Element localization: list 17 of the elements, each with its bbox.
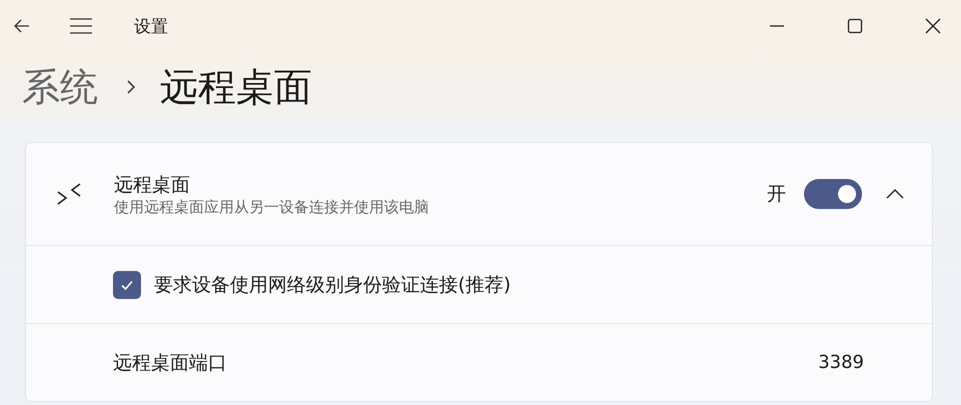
maximize-icon[interactable] [847,18,863,34]
menu-icon[interactable] [70,18,92,34]
breadcrumb-item: 远程桌面 [160,64,312,110]
setting-description: 使用远程桌面应用从另一设备连接并使用该电脑 [114,198,430,216]
setting-title: 远程桌面 [114,172,191,198]
checkbox[interactable] [113,270,141,298]
close-icon[interactable] [925,18,941,34]
toggle-switch[interactable] [804,179,862,209]
port-label: 远程桌面端口 [113,350,228,376]
chevron-icon[interactable] [886,189,904,199]
checkbox-label: 要求设备使用网络级别身份验证连接(推荐) [154,272,511,298]
remote-desktop-icon [56,181,82,207]
breadcrumb-item[interactable]: 系统 [22,62,98,112]
port-value: 3389 [818,352,864,373]
chevron-right-icon [126,79,136,95]
window-title: 设置 [134,16,168,38]
toggle-state-label: 开 [767,182,786,207]
